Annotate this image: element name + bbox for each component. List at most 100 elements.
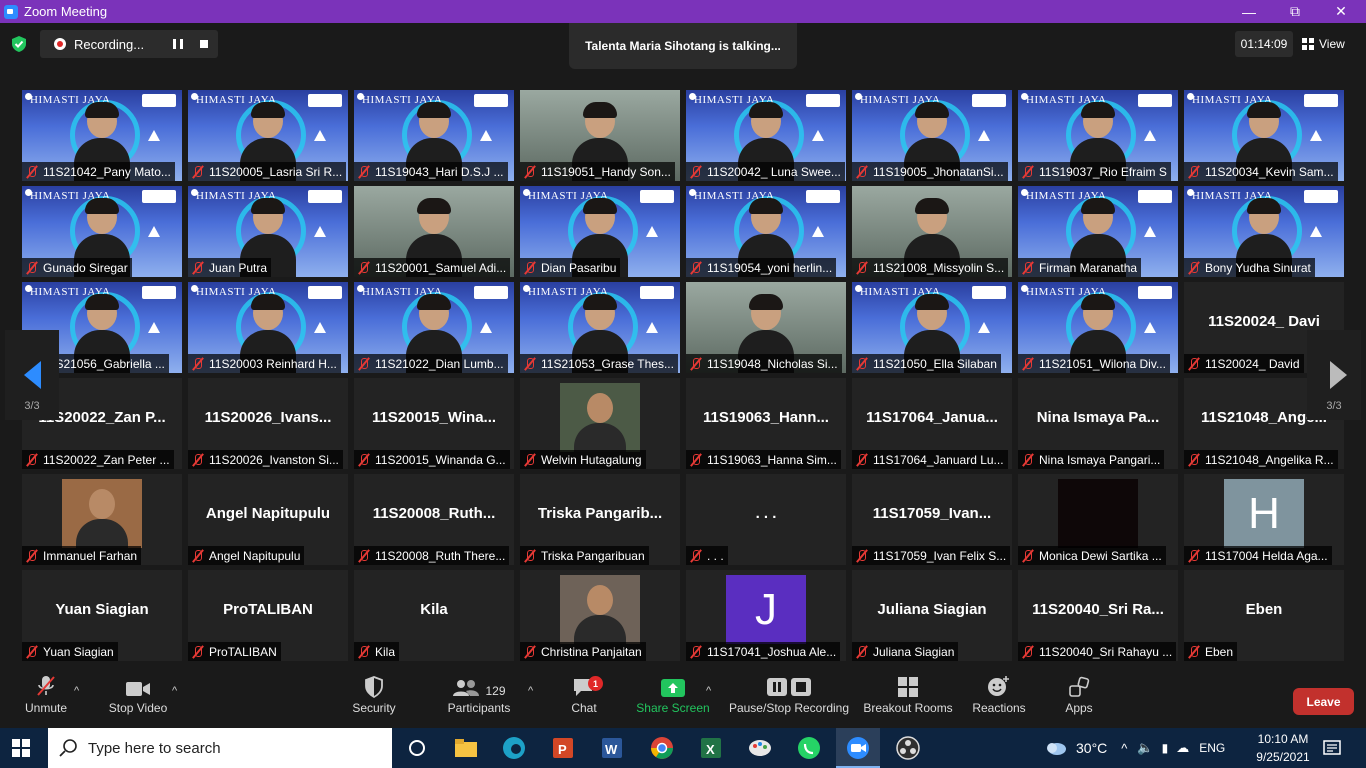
participant-tile[interactable]: 11S17059_Ivan... 11S17059_Ivan Felix S... <box>852 474 1012 565</box>
encryption-shield-icon[interactable] <box>10 35 28 53</box>
participant-name-bar: Triska Pangaribuan <box>520 546 649 565</box>
video-options-caret-icon[interactable]: ^ <box>172 685 177 697</box>
participant-tile[interactable]: HIMASTI JAYA Gunado Siregar <box>22 186 182 277</box>
participant-tile[interactable]: Immanuel Farhan <box>22 474 182 565</box>
chrome-icon[interactable] <box>648 734 676 762</box>
minimize-button[interactable]: — <box>1226 0 1272 23</box>
stop-recording-icon[interactable] <box>200 40 208 48</box>
unmute-button[interactable]: Unmute <box>14 665 78 728</box>
participant-tile[interactable]: 11S20008_Ruth... 11S20008_Ruth There... <box>354 474 514 565</box>
participant-tile[interactable]: Monica Dewi Sartika ... <box>1018 474 1178 565</box>
background-triangle-graphic <box>314 130 326 141</box>
excel-icon[interactable]: X <box>697 734 725 762</box>
file-explorer-icon[interactable] <box>452 734 480 762</box>
participant-tile[interactable]: HIMASTI JAYA Firman Maranatha <box>1018 186 1178 277</box>
weather-temperature[interactable]: 30°C <box>1076 740 1107 756</box>
participant-tile[interactable]: HIMASTI JAYA 11S19005_JhonatanSi... <box>852 90 1012 181</box>
participant-tile[interactable]: 11S20040_Sri Ra... 11S20040_Sri Rahayu ..… <box>1018 570 1178 661</box>
participant-tile[interactable]: ProTALIBAN ProTALIBAN <box>188 570 348 661</box>
participant-name-bar: Angel Napitupulu <box>188 546 305 565</box>
share-screen-button[interactable]: Share Screen <box>636 665 710 728</box>
participant-tile[interactable]: J 11S17041_Joshua Ale... <box>686 570 846 661</box>
participant-tile[interactable]: Yuan Siagian Yuan Siagian <box>22 570 182 661</box>
audio-options-caret-icon[interactable]: ^ <box>74 685 79 697</box>
task-view-icon[interactable] <box>403 734 431 762</box>
leave-button[interactable]: Leave <box>1293 688 1354 715</box>
breakout-rooms-button[interactable]: Breakout Rooms <box>862 665 954 728</box>
powerpoint-icon[interactable]: P <box>549 734 577 762</box>
participant-tile[interactable]: HIMASTI JAYA Bony Yudha Sinurat <box>1184 186 1344 277</box>
stop-video-button[interactable]: Stop Video <box>104 665 172 728</box>
participant-tile[interactable]: . . . . . . <box>686 474 846 565</box>
share-options-caret-icon[interactable]: ^ <box>706 685 711 697</box>
participant-tile[interactable]: Triska Pangarib... Triska Pangaribuan <box>520 474 680 565</box>
participant-tile[interactable]: H 11S17004 Helda Aga... <box>1184 474 1344 565</box>
participant-tile[interactable]: 11S19048_Nicholas Si... <box>686 282 846 373</box>
zoom-taskbar-active[interactable] <box>836 728 880 768</box>
participant-tile[interactable]: HIMASTI JAYA 11S20042_ Luna Swee... <box>686 90 846 181</box>
pause-recording-icon[interactable] <box>173 39 183 49</box>
participant-tile[interactable]: 11S20001_Samuel Adi... <box>354 186 514 277</box>
participant-name-bar: Nina Ismaya Pangari... <box>1018 450 1165 469</box>
tray-expand-icon[interactable]: ^ <box>1121 741 1127 756</box>
participant-tile[interactable]: 11S20015_Wina... 11S20015_Winanda G... <box>354 378 514 469</box>
participant-tile[interactable]: 11S21008_Missyolin S... <box>852 186 1012 277</box>
participant-name: Yuan Siagian <box>43 644 114 659</box>
onedrive-cloud-icon[interactable]: ☁ <box>1176 740 1189 756</box>
participant-tile[interactable]: Juliana Siagian Juliana Siagian <box>852 570 1012 661</box>
security-button[interactable]: Security <box>345 665 403 728</box>
taskbar-search-box[interactable]: Type here to search <box>48 728 392 768</box>
participant-tile[interactable]: HIMASTI JAYA 11S19054_yoni herlin... <box>686 186 846 277</box>
meeting-top-bar: Recording... Talenta Maria Sihotang is t… <box>0 23 1366 85</box>
participant-tile[interactable]: HIMASTI JAYA Juan Putra <box>188 186 348 277</box>
edge-browser-icon[interactable] <box>500 734 528 762</box>
previous-page-button[interactable]: 3/3 <box>5 330 59 420</box>
participant-tile[interactable]: HIMASTI JAYA 11S21050_Ella Silaban <box>852 282 1012 373</box>
battery-icon[interactable]: ▮ <box>1162 741 1169 755</box>
participant-tile[interactable]: HIMASTI JAYA 11S20005_Lasria Sri R... <box>188 90 348 181</box>
paint-app-icon[interactable] <box>746 734 774 762</box>
participant-tile[interactable]: Welvin Hutagalung <box>520 378 680 469</box>
windows-start-icon[interactable] <box>12 739 30 757</box>
participant-tile[interactable]: 11S19063_Hann... 11S19063_Hanna Sim... <box>686 378 846 469</box>
pause-stop-recording-button[interactable]: Pause/Stop Recording <box>728 665 850 728</box>
participant-tile[interactable]: HIMASTI JAYA 11S19043_Hari D.S.J ... <box>354 90 514 181</box>
apps-button[interactable]: Apps <box>1058 665 1100 728</box>
language-indicator[interactable]: ENG <box>1199 741 1225 755</box>
participant-tile[interactable]: 11S19051_Handy Son... <box>520 90 680 181</box>
notifications-icon[interactable] <box>1322 738 1342 758</box>
participant-tile[interactable]: HIMASTI JAYA 11S21042_Pany Mato... <box>22 90 182 181</box>
participant-tile[interactable]: 11S20026_Ivans... 11S20026_Ivanston Si... <box>188 378 348 469</box>
participant-tile[interactable]: HIMASTI JAYA 11S21053_Grase Thes... <box>520 282 680 373</box>
close-button[interactable]: ✕ <box>1318 0 1364 23</box>
participant-tile[interactable]: Kila Kila <box>354 570 514 661</box>
participants-caret-icon[interactable]: ^ <box>528 685 533 697</box>
participants-button[interactable]: 129 Participants <box>445 665 513 728</box>
participant-tile[interactable]: HIMASTI JAYA 11S20003 Reinhard H... <box>188 282 348 373</box>
participant-tile[interactable]: HIMASTI JAYA 11S21022_Dian Lumb... <box>354 282 514 373</box>
background-triangle-graphic <box>314 322 326 333</box>
restore-button[interactable]: ⧉ <box>1272 0 1318 23</box>
obs-studio-icon[interactable] <box>894 734 922 762</box>
participant-tile[interactable]: Christina Panjaitan <box>520 570 680 661</box>
muted-microphone-icon <box>191 165 205 179</box>
participant-tile[interactable]: Angel Napitupulu Angel Napitupulu <box>188 474 348 565</box>
participant-tile[interactable]: 11S17064_Janua... 11S17064_Januard Lu... <box>852 378 1012 469</box>
clock[interactable]: 10:10 AM 9/25/2021 <box>1250 730 1316 766</box>
participant-tile[interactable]: HIMASTI JAYA Dian Pasaribu <box>520 186 680 277</box>
reactions-button[interactable]: Reactions <box>970 665 1028 728</box>
participant-tile[interactable]: Nina Ismaya Pa... Nina Ismaya Pangari... <box>1018 378 1178 469</box>
whatsapp-icon[interactable] <box>795 734 823 762</box>
participant-tile[interactable]: HIMASTI JAYA 11S21051_Wilona Div... <box>1018 282 1178 373</box>
word-icon[interactable]: W <box>598 734 626 762</box>
participant-tile[interactable]: Eben Eben <box>1184 570 1344 661</box>
speaker-icon[interactable]: 🔈 <box>1137 740 1153 756</box>
participant-tile[interactable]: HIMASTI JAYA 11S20034_Kevin Sam... <box>1184 90 1344 181</box>
next-page-button[interactable]: 3/3 <box>1307 330 1361 420</box>
chat-button[interactable]: Chat <box>562 665 606 728</box>
weather-cloud-icon[interactable] <box>1044 739 1068 757</box>
tile-corner-dot <box>1021 285 1028 292</box>
participant-name: 11S21056_Gabriella ... <box>43 356 165 371</box>
participant-tile[interactable]: HIMASTI JAYA 11S19037_Rio Efraim S <box>1018 90 1178 181</box>
view-button[interactable]: View <box>1302 31 1358 57</box>
